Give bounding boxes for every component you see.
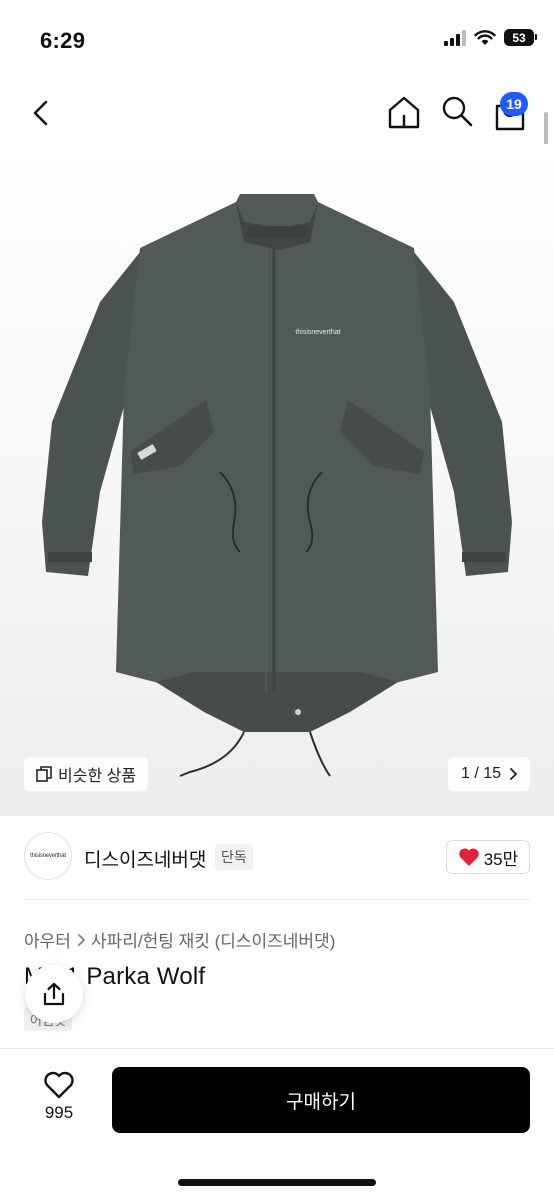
bottom-action-bar: 995 구매하기 [0, 1048, 554, 1200]
heart-outline-icon [44, 1071, 74, 1099]
divider [24, 899, 530, 900]
chest-print: thisisneverthat [295, 329, 340, 336]
back-arrow-icon[interactable] [24, 96, 58, 130]
top-nav [0, 80, 554, 144]
wishlist-count: 995 [44, 1103, 74, 1122]
product-image-gallery[interactable]: thisisneverthat 비슷한 상품 1 / 15 [0, 144, 554, 816]
share-button[interactable] [25, 965, 83, 1023]
cellular-signal-icon [444, 29, 466, 46]
copy-squares-icon [36, 766, 52, 782]
battery-level: 53 [512, 30, 526, 45]
buy-button[interactable]: 구매하기 [112, 1067, 530, 1133]
similar-products-button[interactable]: 비슷한 상품 [24, 757, 149, 791]
image-pager[interactable]: 1 / 15 [448, 757, 530, 791]
exclusive-badge: 단독 [215, 844, 253, 870]
chevron-right-icon [510, 768, 518, 780]
brand-logo[interactable]: thisisneverthat [24, 832, 72, 880]
status-time: 6:29 [40, 28, 86, 53]
image-pager-count: 1 / 15 [460, 765, 502, 782]
breadcrumb-chevron-icon [78, 933, 85, 946]
brand-like-count: 35만 [483, 849, 519, 869]
share-icon [43, 982, 65, 1006]
heart-filled-icon [458, 848, 479, 866]
home-icon[interactable] [386, 94, 422, 130]
battery-icon: 53 [504, 29, 537, 46]
home-indicator [178, 1179, 376, 1186]
search-icon[interactable] [440, 94, 474, 128]
status-icons: 53 [444, 29, 537, 46]
brand-row: thisisneverthat 디스이즈네버댓 단독 35만 [0, 832, 554, 886]
brand-like-button[interactable]: 35만 [446, 840, 530, 874]
product-photo-parka: thisisneverthat [42, 194, 512, 777]
similar-products-label: 비슷한 상품 [58, 768, 137, 785]
wifi-icon [474, 30, 496, 45]
breadcrumb: 아우터 사파리/헌팅 재킷 (디스이즈네버댓) [24, 927, 335, 952]
wishlist-button[interactable]: 995 [30, 1071, 88, 1131]
breadcrumb-item[interactable]: 사파리/헌팅 재킷 (디스이즈네버댓) [91, 927, 335, 952]
brand-logo-text: thisisneverthat [30, 853, 66, 859]
brand-name[interactable]: 디스이즈네버댓 [84, 845, 206, 872]
cart-count-badge: 19 [500, 92, 528, 116]
status-bar: 6:29 53 [0, 0, 554, 80]
breadcrumb-item[interactable]: 아우터 [24, 927, 71, 952]
